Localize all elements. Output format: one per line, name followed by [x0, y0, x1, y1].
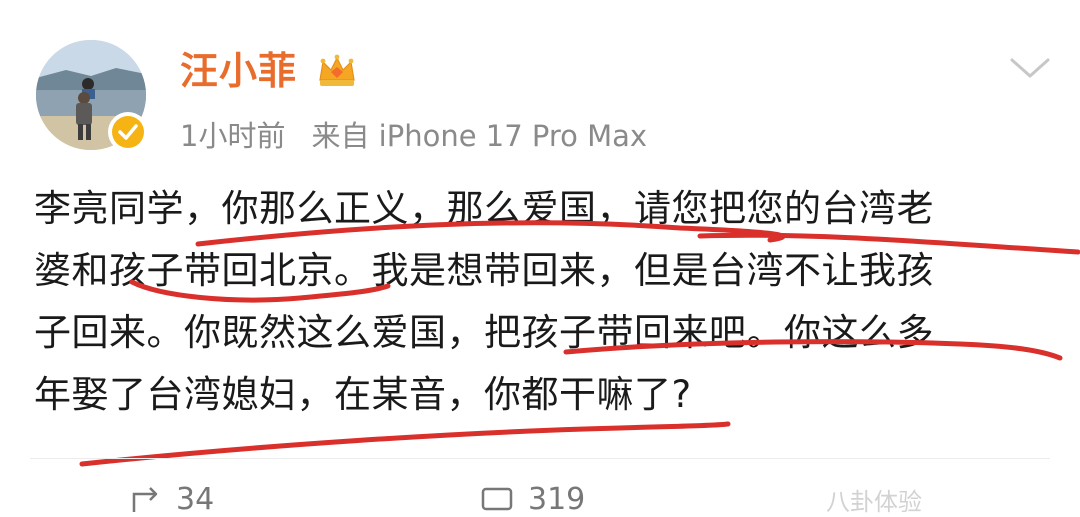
repost-count: 34 [176, 482, 215, 517]
repost-icon [132, 486, 158, 512]
watermark: 八卦体验 [826, 488, 922, 516]
post-meta: 1小时前 来自 iPhone 17 Pro Max [180, 114, 647, 158]
vip-crown-icon[interactable] [316, 50, 358, 92]
content-line: 婆和孩子带回北京。我是想带回来，但是台湾不让我孩 [34, 249, 934, 292]
author-name[interactable]: 汪小菲 [180, 46, 297, 96]
chevron-down-icon[interactable] [1006, 52, 1054, 84]
verified-check-icon [108, 112, 148, 152]
post-time: 1小时前 [180, 119, 286, 153]
divider [30, 458, 1050, 459]
content-line: 年娶了台湾媳妇，在某音，你都干嘛了? [34, 373, 692, 416]
content-line: 子回来。你既然这么爱国，把孩子带回来吧。你这么多 [34, 311, 934, 354]
content-line: 李亮同学，你那么正义，那么爱国，请您把您的台湾老 [34, 187, 934, 230]
weibo-post: 汪小菲 1小时前 来自 iPhone 17 Pro Max 李亮同学，你那么正义，… [0, 0, 1080, 517]
comment-count: 319 [528, 482, 586, 517]
repost-button[interactable]: 34 [130, 482, 214, 517]
comment-icon [481, 487, 513, 510]
post-content: 李亮同学，你那么正义，那么爱国，请您把您的台湾老 婆和孩子带回北京。我是想带回来… [34, 178, 1054, 426]
post-source[interactable]: 来自 iPhone 17 Pro Max [311, 119, 647, 153]
comment-button[interactable]: 319 [480, 482, 585, 517]
